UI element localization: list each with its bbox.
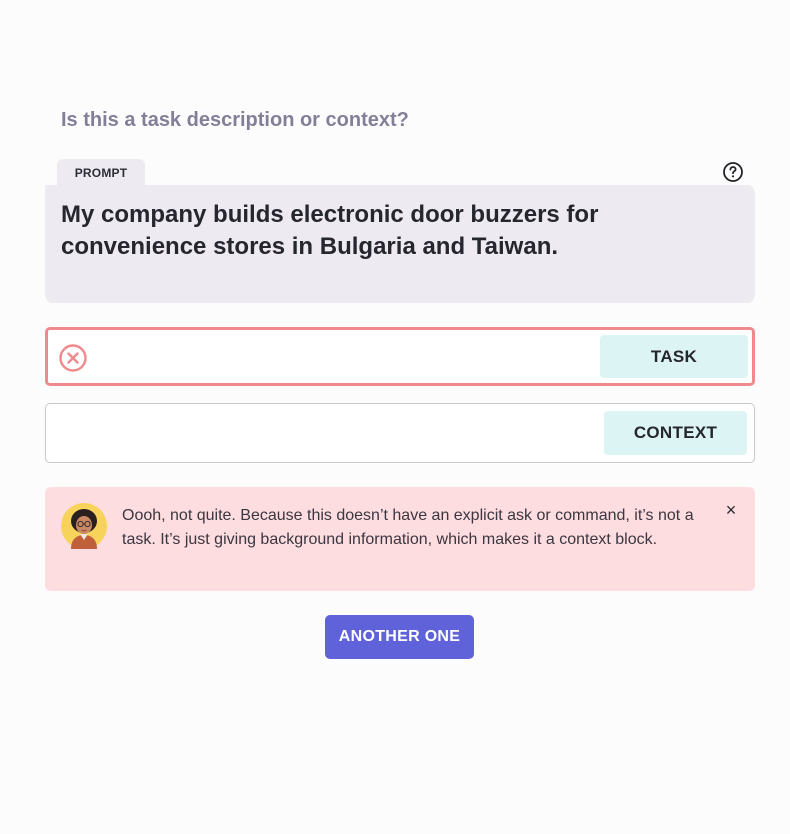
task-choice-row[interactable]: TASK <box>45 327 755 386</box>
feedback-banner: Oooh, not quite. Because this doesn’t ha… <box>45 487 755 591</box>
help-circle-icon[interactable] <box>722 161 744 183</box>
feedback-message: Oooh, not quite. Because this doesn’t ha… <box>122 507 694 548</box>
x-circle-icon <box>59 344 87 372</box>
prompt-tab: PROMPT <box>57 159 145 186</box>
question-heading: Is this a task description or context? <box>61 109 409 131</box>
close-icon[interactable]: × <box>723 501 739 519</box>
avatar <box>61 503 107 549</box>
task-button[interactable]: TASK <box>600 335 748 378</box>
prompt-text: My company builds electronic door buzzer… <box>61 201 599 260</box>
context-choice-row[interactable]: CONTEXT <box>45 403 755 463</box>
another-one-button[interactable]: ANOTHER ONE <box>325 615 474 659</box>
prompt-box: My company builds electronic door buzzer… <box>45 185 755 303</box>
context-button[interactable]: CONTEXT <box>604 411 747 455</box>
